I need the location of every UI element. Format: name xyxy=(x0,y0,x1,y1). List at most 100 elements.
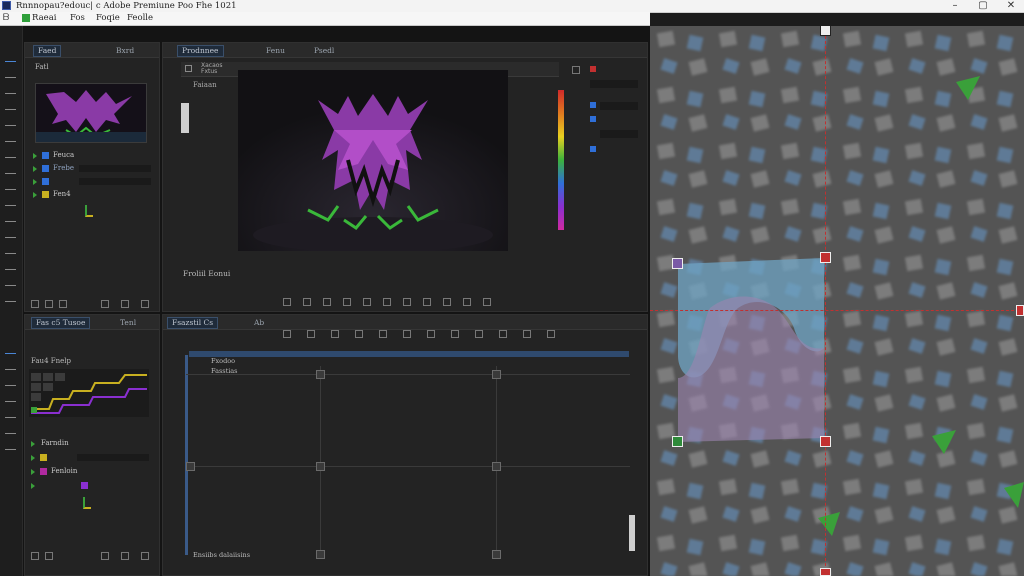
bottom-left-handle[interactable] xyxy=(672,436,683,447)
snap-tool-icon[interactable] xyxy=(5,378,16,386)
thumbnail-preview[interactable] xyxy=(35,83,147,143)
record-icon[interactable] xyxy=(590,66,596,72)
slip-tool-icon[interactable] xyxy=(5,118,16,126)
new-item-icon[interactable] xyxy=(121,300,129,308)
zoom-tool-icon[interactable] xyxy=(5,198,16,206)
tab-sequence-2[interactable]: Ab xyxy=(249,317,269,329)
hand-tool-icon[interactable] xyxy=(5,150,16,158)
list-item[interactable]: Fen4 xyxy=(33,190,151,199)
settings-icon[interactable] xyxy=(355,330,363,338)
step-forward-icon[interactable] xyxy=(383,298,391,306)
list-item[interactable]: Feuca xyxy=(33,151,151,160)
settings-icon[interactable] xyxy=(185,65,192,72)
ripple-icon[interactable] xyxy=(403,330,411,338)
track-icon[interactable] xyxy=(572,66,580,74)
program-video-frame[interactable] xyxy=(238,70,508,251)
top-right-handle[interactable] xyxy=(820,252,831,263)
keyframe-marker[interactable] xyxy=(316,462,325,471)
top-left-handle[interactable] xyxy=(672,258,683,269)
tab-tertiary[interactable]: Psedl xyxy=(309,45,339,57)
delete-icon[interactable] xyxy=(141,552,149,560)
delete-icon[interactable] xyxy=(141,300,149,308)
maximize-button[interactable]: ▢ xyxy=(972,0,994,12)
new-bin-icon[interactable] xyxy=(101,300,109,308)
icon-view-icon[interactable] xyxy=(45,300,53,308)
keyframe-marker[interactable] xyxy=(316,550,325,559)
ripple-tool-icon[interactable] xyxy=(5,86,16,94)
tab-project[interactable]: Fas c5 Tusoe xyxy=(31,317,91,329)
go-to-in-icon[interactable] xyxy=(323,298,331,306)
minimize-button[interactable]: – xyxy=(944,0,966,12)
icon-view-icon[interactable] xyxy=(45,552,53,560)
marker-tool-icon[interactable] xyxy=(5,346,16,354)
comparison-view-icon[interactable] xyxy=(483,298,491,306)
crop-tool-icon[interactable] xyxy=(5,262,16,270)
tab-secondary[interactable]: Fenu xyxy=(261,45,290,57)
record-icon[interactable] xyxy=(547,330,555,338)
rate-tool-icon[interactable] xyxy=(5,182,16,190)
eraser-tool-icon[interactable] xyxy=(5,294,16,302)
menu-item-app[interactable]: ᗷ xyxy=(3,12,9,25)
tab-sequence[interactable]: Fsazstil Cs xyxy=(167,317,219,329)
waveform-preview[interactable] xyxy=(29,369,149,417)
close-button[interactable]: ✕ xyxy=(1000,0,1022,12)
selection-tool-icon[interactable] xyxy=(5,54,16,62)
list-item[interactable]: Frebe xyxy=(33,164,151,173)
new-item-icon[interactable] xyxy=(121,552,129,560)
lock-icon[interactable] xyxy=(475,330,483,338)
razor-icon[interactable] xyxy=(427,330,435,338)
keyframe-marker[interactable] xyxy=(492,550,501,559)
export-frame-icon[interactable] xyxy=(463,298,471,306)
tab-media[interactable]: Tenl xyxy=(115,317,141,329)
razor-tool-icon[interactable] xyxy=(5,102,16,110)
snap-icon[interactable] xyxy=(283,330,291,338)
mute-icon[interactable] xyxy=(499,330,507,338)
right-guide-handle[interactable] xyxy=(1016,305,1024,316)
vertical-guide[interactable] xyxy=(825,26,826,576)
keyframe-marker[interactable] xyxy=(492,370,501,379)
list-item[interactable] xyxy=(31,453,149,462)
go-to-out-icon[interactable] xyxy=(403,298,411,306)
bottom-right-handle[interactable] xyxy=(820,436,831,447)
top-anchor-handle[interactable] xyxy=(820,26,831,36)
keyframe-marker[interactable] xyxy=(492,462,501,471)
sort-icon[interactable] xyxy=(59,300,67,308)
canvas-area[interactable] xyxy=(650,26,1024,576)
add-marker-icon[interactable] xyxy=(331,330,339,338)
tab-effects[interactable]: Faed xyxy=(33,45,62,57)
lift-icon[interactable] xyxy=(423,298,431,306)
extract-icon[interactable] xyxy=(443,298,451,306)
keyframe-marker[interactable] xyxy=(316,370,325,379)
track-select-tool-icon[interactable] xyxy=(5,70,16,78)
zoom-icon[interactable] xyxy=(451,330,459,338)
mark-in-icon[interactable] xyxy=(283,298,291,306)
new-bin-icon[interactable] xyxy=(101,552,109,560)
type-tool-icon[interactable] xyxy=(5,166,16,174)
lock-tool-icon[interactable] xyxy=(5,426,16,434)
step-back-icon[interactable] xyxy=(343,298,351,306)
timeline-ruler[interactable] xyxy=(189,351,629,357)
magnet-tool-icon[interactable] xyxy=(5,410,16,418)
list-item[interactable]: Fenloin xyxy=(31,467,149,476)
rectangle-tool-icon[interactable] xyxy=(5,230,16,238)
link-tool-icon[interactable] xyxy=(5,362,16,370)
pen-tool-icon[interactable] xyxy=(5,134,16,142)
tab-source[interactable]: Bxrd xyxy=(111,45,139,57)
mark-out-icon[interactable] xyxy=(303,298,311,306)
solo-icon[interactable] xyxy=(523,330,531,338)
keyframe-marker[interactable] xyxy=(186,462,195,471)
bottom-guide-handle[interactable] xyxy=(820,568,831,576)
menu-item-sequence[interactable]: Feolle xyxy=(127,12,153,25)
ellipse-tool-icon[interactable] xyxy=(5,246,16,254)
list-item[interactable]: Farndin xyxy=(31,439,149,448)
menu-item-file[interactable]: Raeai xyxy=(22,12,56,25)
list-item[interactable] xyxy=(33,177,151,186)
menu-item-clip[interactable]: Foqie xyxy=(96,12,120,25)
play-icon[interactable] xyxy=(363,298,371,306)
list-item[interactable] xyxy=(31,481,149,490)
list-view-icon[interactable] xyxy=(31,552,39,560)
brush-tool-icon[interactable] xyxy=(5,278,16,286)
linked-selection-icon[interactable] xyxy=(307,330,315,338)
slide-tool-icon[interactable] xyxy=(5,214,16,222)
list-view-icon[interactable] xyxy=(31,300,39,308)
